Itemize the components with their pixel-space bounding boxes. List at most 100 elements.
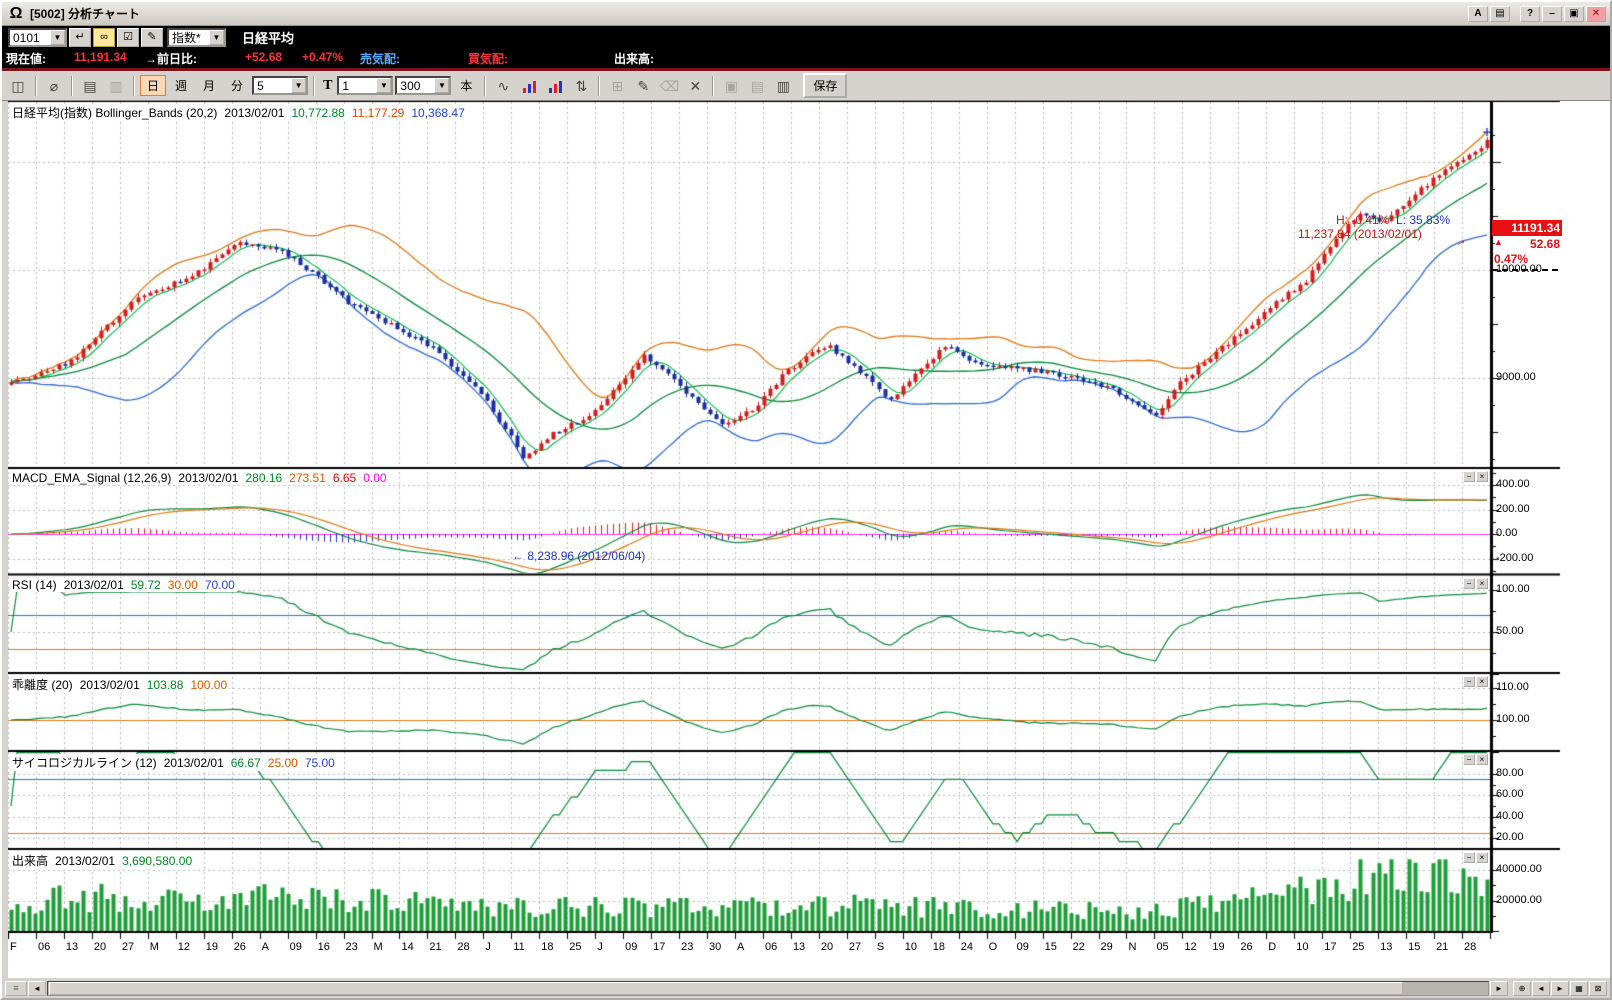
panel-close-button[interactable]: × xyxy=(1476,578,1488,589)
current-price-label: 現在値: xyxy=(6,50,46,67)
panel-buttons-macd: −× xyxy=(1463,471,1488,482)
xaxis-label: 13 xyxy=(1380,941,1392,953)
submit-symbol-button[interactable]: ↵ xyxy=(69,28,91,47)
panel-title: MACD_EMA_Signal (12,26,9) xyxy=(12,471,171,485)
panel-value: 273.51 xyxy=(289,471,326,485)
minute-button[interactable]: 分 xyxy=(224,75,250,96)
volume-overlay-button[interactable] xyxy=(517,75,541,97)
monthly-button[interactable]: 月 xyxy=(196,75,222,96)
panel-minimize-button[interactable]: − xyxy=(1463,754,1475,765)
scrollbar-track[interactable] xyxy=(47,981,1489,996)
dropdown-arrow-icon[interactable]: ▼ xyxy=(50,30,65,45)
panel-close-button[interactable]: × xyxy=(1476,852,1488,863)
xaxis-label: 06 xyxy=(38,941,50,953)
xaxis-label: 18 xyxy=(933,941,945,953)
panel-value: 0.00 xyxy=(363,471,386,485)
next-layout-button[interactable]: ▥ xyxy=(771,75,795,97)
panel-minimize-button[interactable]: − xyxy=(1463,676,1475,687)
close-panel-button[interactable]: ⊠ xyxy=(1589,981,1607,996)
zoom-in-button[interactable]: ⊕ xyxy=(1513,981,1531,996)
grid-view-button[interactable]: ▦ xyxy=(1570,981,1588,996)
xaxis-label: 28 xyxy=(1464,941,1476,953)
xaxis-label: 26 xyxy=(1240,941,1252,953)
tick-count-select[interactable]: 1▼ xyxy=(337,76,393,95)
panel-title: 出来高 xyxy=(12,854,48,868)
current-price-tag: 11191.34 ▲52.68 0.47% xyxy=(1492,220,1562,271)
dropdown-arrow-icon[interactable]: ▼ xyxy=(434,78,449,93)
restore-button[interactable]: ▣ xyxy=(1564,6,1584,22)
axis-label-vol: 20000.00 xyxy=(1496,894,1542,906)
price-dash-line xyxy=(1492,269,1558,271)
panel-buttons-rsi: −× xyxy=(1463,578,1488,589)
draw-pencil-button[interactable]: ✎ xyxy=(631,75,655,97)
volume-label: 出来高: xyxy=(614,50,654,67)
dropdown-arrow-icon[interactable]: ▼ xyxy=(209,30,224,45)
font-size-button[interactable]: A xyxy=(1468,6,1488,22)
panel-close-button[interactable]: × xyxy=(1476,754,1488,765)
xaxis-label: 10 xyxy=(905,941,917,953)
bar-count-select[interactable]: 300▼ xyxy=(395,76,451,95)
xaxis-label: 15 xyxy=(1408,941,1420,953)
change-pct-value: +0.47% xyxy=(302,50,343,64)
dropdown-arrow-icon[interactable]: ▼ xyxy=(291,78,306,93)
dropdown-arrow-icon[interactable]: ▼ xyxy=(376,78,391,93)
page-left-button[interactable]: ◄ xyxy=(1532,981,1550,996)
panel-date: 2013/02/01 xyxy=(164,756,224,770)
panel-minimize-button[interactable]: − xyxy=(1463,471,1475,482)
xaxis-label: 06 xyxy=(765,941,777,953)
axis-label-psy: 60.00 xyxy=(1496,788,1524,800)
xaxis-label: 23 xyxy=(346,941,358,953)
xaxis-label: J xyxy=(597,941,603,953)
panel-value: 59.72 xyxy=(131,578,161,592)
candlestick-chart-button[interactable]: ◫ xyxy=(6,75,30,97)
new-page-button[interactable]: ▤ xyxy=(78,75,102,97)
bar-count-select-value: 300 xyxy=(397,79,434,93)
xaxis-label: 23 xyxy=(681,941,693,953)
clear-drawing-button[interactable]: ✎ xyxy=(141,28,163,47)
panel-buttons-kairi: −× xyxy=(1463,676,1488,687)
axis-label-psy: 80.00 xyxy=(1496,767,1524,779)
close-button[interactable]: ✕ xyxy=(1586,6,1606,22)
prev-layout-button: ▤ xyxy=(745,75,769,97)
copy-window-button[interactable]: ▤ xyxy=(1490,6,1510,22)
grid-toggle-button: ⊞ xyxy=(605,75,629,97)
volume-overlay-2-button[interactable] xyxy=(543,75,567,97)
zoom-chart-button[interactable]: ⌀ xyxy=(42,75,66,97)
price-tag-value: 11191.34 xyxy=(1492,220,1562,236)
category-combo[interactable]: 指数* ▼ xyxy=(167,28,226,47)
save-button[interactable]: 保存 xyxy=(803,73,847,98)
axis-label-kairi: 110.00 xyxy=(1496,681,1529,693)
symbol-input[interactable]: 0101 xyxy=(10,31,50,45)
panel-close-button[interactable]: × xyxy=(1476,676,1488,687)
line-chart-button[interactable]: ∿ xyxy=(491,75,515,97)
titlebar-buttons: A▤?–▣✕ xyxy=(1466,6,1606,22)
minute-interval-select[interactable]: 5▼ xyxy=(252,76,308,95)
price-tag-change: ▲52.68 xyxy=(1492,236,1562,252)
bar-unit-button[interactable]: 本 xyxy=(453,75,479,96)
weekly-button[interactable]: 週 xyxy=(168,75,194,96)
page-right-button[interactable]: ► xyxy=(1551,981,1569,996)
xaxis-label: 05 xyxy=(1156,941,1168,953)
panel-value: 11,177.29 xyxy=(352,106,405,120)
help-button[interactable]: ? xyxy=(1520,6,1540,22)
toolbar-separator xyxy=(71,76,73,96)
binoculars-watch-button[interactable]: ∞ xyxy=(93,28,115,47)
scrollbar-thumb[interactable] xyxy=(49,982,1403,995)
resize-grip[interactable]: ≡ xyxy=(5,981,27,996)
delete-drawing-button[interactable]: ✕ xyxy=(683,75,707,97)
panel-minimize-button[interactable]: − xyxy=(1463,852,1475,863)
scroll-left-button[interactable]: ◄ xyxy=(28,981,46,996)
panel-close-button[interactable]: × xyxy=(1476,471,1488,482)
edit-list-button[interactable]: ☑ xyxy=(117,28,139,47)
minimize-button[interactable]: – xyxy=(1542,6,1562,22)
xaxis-label: N xyxy=(1128,941,1136,953)
scroll-right-button[interactable]: ► xyxy=(1490,981,1508,996)
updown-arrows-button[interactable]: ⇅ xyxy=(569,75,593,97)
panel-value: 70.00 xyxy=(205,578,235,592)
toolbar-separator xyxy=(484,76,486,96)
symbol-combo[interactable]: 0101 ▼ xyxy=(8,28,67,47)
xaxis-label: 28 xyxy=(457,941,469,953)
toolbar-separator xyxy=(35,76,37,96)
daily-button[interactable]: 日 xyxy=(140,75,166,96)
panel-minimize-button[interactable]: − xyxy=(1463,578,1475,589)
